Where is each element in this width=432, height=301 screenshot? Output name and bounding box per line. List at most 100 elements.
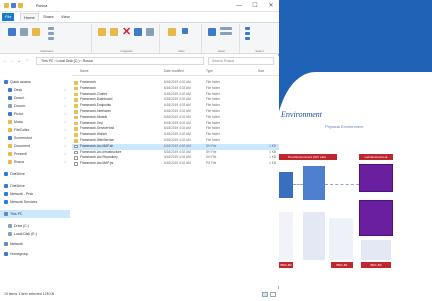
select-none-icon[interactable] (245, 32, 250, 35)
tab-file[interactable]: File (2, 13, 15, 21)
paste-icon[interactable] (32, 28, 40, 36)
nav-item[interactable]: Network (0, 240, 70, 248)
nav-item-label: Downl. (14, 96, 25, 100)
minimize-button[interactable]: — (232, 2, 246, 10)
nav-item[interactable]: Drive (C:) (0, 222, 70, 230)
file-row[interactable]: Framework.Arc.MAP.ps 6/18/2019 4:02 AM PS … (72, 161, 279, 167)
folder-icon (4, 172, 8, 176)
nav-item[interactable]: Pictur. ⌖ (0, 110, 70, 118)
nav-item[interactable]: Quick access (0, 78, 70, 86)
nav-item[interactable]: Homegroup (0, 250, 70, 258)
nav-item[interactable]: OneDrive (0, 182, 70, 190)
properties-icon[interactable] (11, 3, 16, 8)
close-button[interactable]: ✕ (264, 2, 278, 10)
ribbon-group-select: Select (242, 24, 277, 54)
nav-item-label: OneDrive (10, 184, 25, 188)
presentation-slide: Environment Physical Environment Prod En… (275, 72, 432, 301)
tab-view[interactable]: View (58, 13, 73, 21)
status-text: 15 items 1 item selected 128 KB (4, 292, 55, 296)
nav-item[interactable]: Presenti ⌖ (0, 150, 70, 158)
folder-icon (74, 81, 78, 85)
rename-icon[interactable] (134, 28, 142, 36)
folder-icon (8, 112, 12, 116)
select-all-icon[interactable] (245, 27, 250, 30)
folder-icon (4, 184, 8, 188)
file-type: PS File (206, 161, 217, 166)
nav-item[interactable]: Screenshot ⌖ (0, 134, 70, 142)
slide-footer-label: BRC-B2 (279, 262, 293, 268)
text-block (361, 240, 391, 260)
easy-access-icon[interactable] (182, 28, 188, 34)
forward-icon[interactable]: → (9, 57, 15, 65)
file-explorer-window: Rosca — ☐ ✕ File Home Share View Clipboa… (0, 0, 279, 301)
pin-icon[interactable]: ⌖ (64, 126, 66, 134)
edit-icon[interactable] (220, 32, 232, 35)
delete-icon[interactable]: ✕ (122, 27, 131, 38)
pin-icon[interactable]: ⌖ (64, 94, 66, 102)
column-name[interactable]: Name (80, 69, 89, 73)
nav-item-label: Desk (14, 88, 22, 92)
nav-item[interactable]: Network - Prsh (0, 190, 70, 198)
address-path[interactable]: This PC › Local Disk (C:) › Rosca (36, 57, 204, 65)
nav-item[interactable]: Local Disk (E:) (0, 230, 70, 238)
nav-item[interactable]: Music ⌖ (0, 118, 70, 126)
details-view-icon[interactable] (262, 292, 268, 297)
up-icon[interactable]: ↑ (24, 57, 30, 65)
pin-icon[interactable]: ⌖ (64, 110, 66, 118)
nav-item[interactable]: Rosca ⌖ (0, 158, 70, 166)
move-to-icon[interactable] (98, 28, 106, 36)
connector-line (325, 184, 359, 185)
ribbon: Clipboard ✕ Organize New Open Select (0, 22, 279, 54)
nav-item[interactable]: Network Services (0, 198, 70, 206)
folder-icon (4, 242, 8, 246)
new-folder-icon[interactable] (146, 28, 154, 36)
back-icon[interactable]: ← (2, 57, 8, 65)
pin-icon[interactable] (8, 28, 16, 36)
folder-icon (8, 224, 12, 228)
tab-home[interactable]: Home (20, 13, 39, 21)
pin-icon[interactable]: ⌖ (64, 142, 66, 150)
copy-path-icon[interactable] (48, 32, 54, 35)
nav-item[interactable]: Downl. ⌖ (0, 94, 70, 102)
search-input[interactable]: Search Rosca (208, 57, 274, 65)
nav-item[interactable]: Desk ⌖ (0, 86, 70, 94)
copy-to-icon[interactable] (110, 28, 118, 36)
nav-item[interactable]: OneDrive (0, 170, 70, 178)
open-icon[interactable] (220, 27, 232, 30)
nav-item[interactable]: Document ⌖ (0, 142, 70, 150)
nav-item[interactable]: This PC (0, 210, 70, 218)
invert-selection-icon[interactable] (245, 37, 250, 40)
column-date[interactable]: Date modified (164, 69, 184, 73)
pin-icon[interactable]: ⌖ (64, 158, 66, 166)
nav-item[interactable]: FileCollec ⌖ (0, 126, 70, 134)
paste-shortcut-icon[interactable] (48, 37, 54, 40)
large-icons-view-icon[interactable] (270, 292, 276, 297)
ribbon-group-label: Select (255, 49, 264, 53)
maximize-button[interactable]: ☐ (248, 2, 262, 10)
nav-item[interactable]: Docum. ⌖ (0, 102, 70, 110)
pin-icon[interactable]: ⌖ (64, 134, 66, 142)
copy-icon[interactable] (20, 28, 28, 36)
recent-dropdown-icon[interactable]: ⌄ (16, 57, 22, 65)
cut-icon[interactable] (48, 27, 54, 30)
column-type[interactable]: Type (206, 69, 213, 73)
folder-icon (8, 120, 12, 124)
vs-block (359, 164, 393, 192)
pin-icon[interactable]: ⌖ (64, 118, 66, 126)
file-size: 1 KB (269, 161, 276, 166)
new-folder-icon[interactable] (18, 3, 23, 8)
tab-share[interactable]: Share (40, 13, 57, 21)
properties-icon[interactable] (208, 28, 216, 36)
file-icon (74, 156, 78, 160)
new-item-icon[interactable] (168, 28, 176, 36)
navigation-pane: Quick access Desk ⌖ Downl. ⌖ Docum. ⌖ Pictur. ⌖ M… (0, 70, 70, 285)
folder-icon[interactable] (4, 3, 9, 8)
folder-icon (8, 104, 12, 108)
status-bar: 15 items 1 item selected 128 KB (0, 289, 279, 301)
slide-banner-right: Lab Environment (359, 154, 393, 160)
slide-footer-label: BRC-B3 (361, 262, 391, 268)
pin-icon[interactable]: ⌖ (64, 86, 66, 94)
pin-icon[interactable]: ⌖ (64, 102, 66, 110)
pin-icon[interactable]: ⌖ (64, 150, 66, 158)
column-size[interactable]: Size (258, 69, 264, 73)
